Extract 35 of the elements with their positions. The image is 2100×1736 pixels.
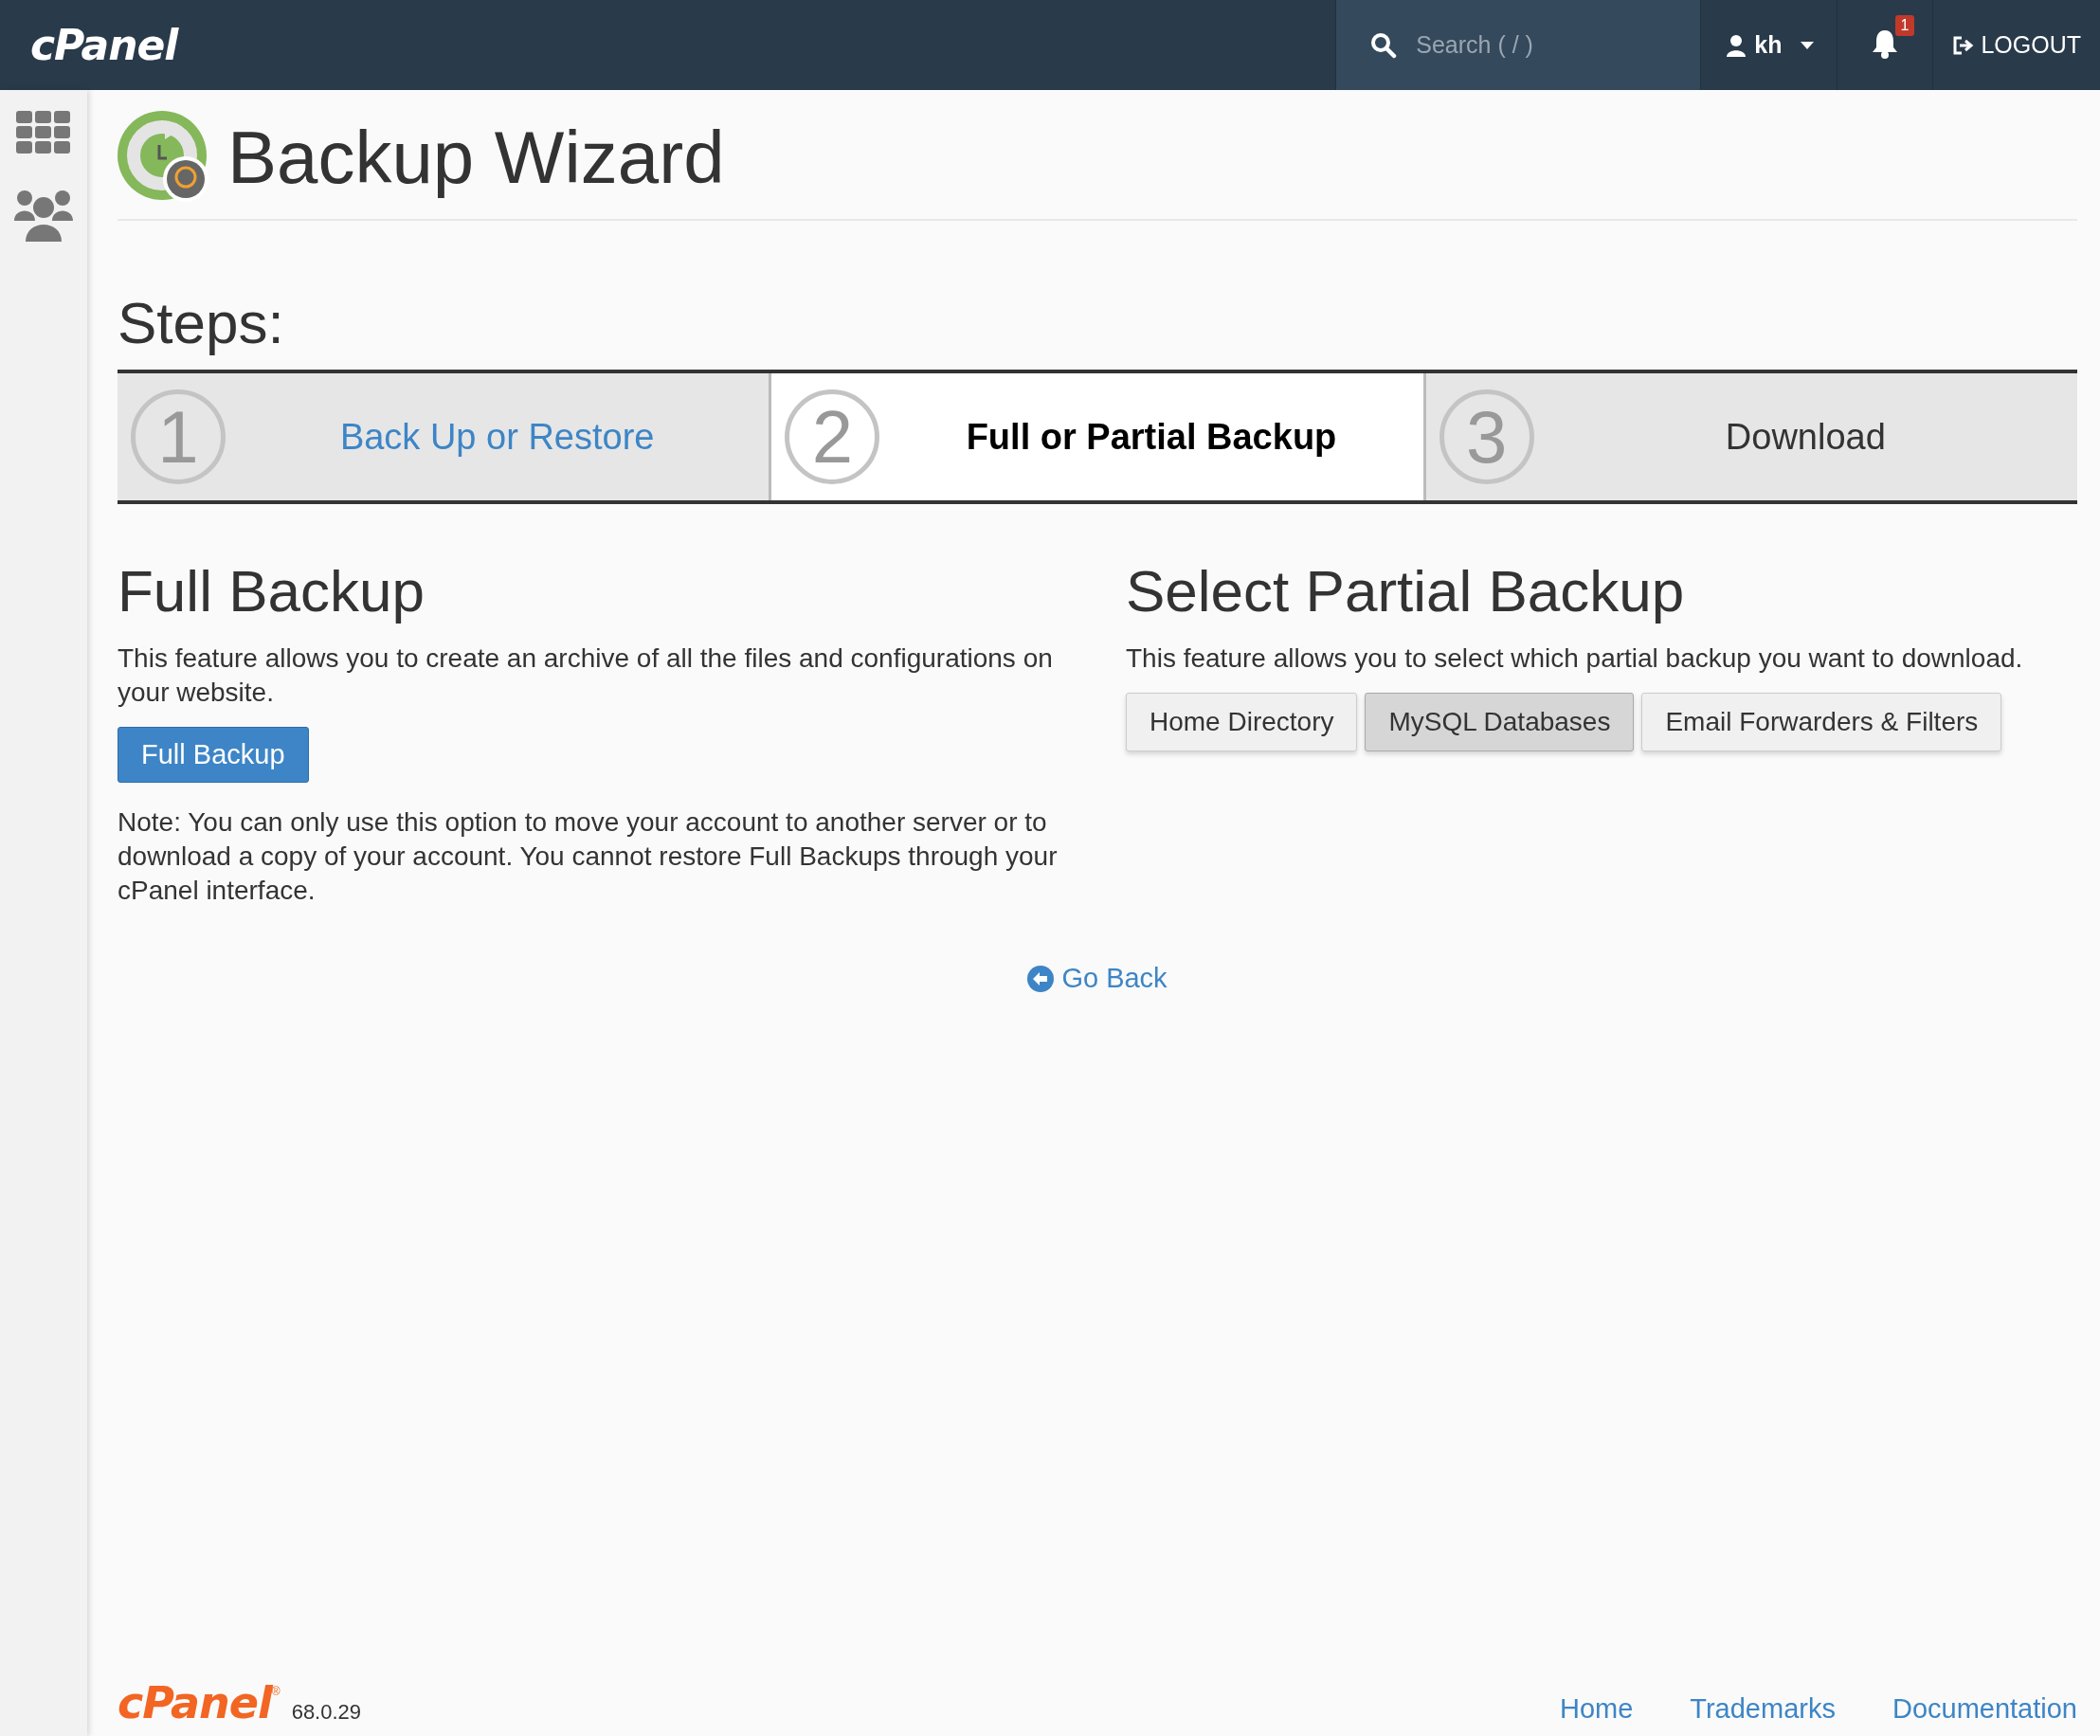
step-number: 3 xyxy=(1439,389,1534,484)
user-icon xyxy=(1726,33,1747,57)
footer-link[interactable]: Trademarks xyxy=(1690,1693,1836,1725)
cpanel-logo[interactable]: cPanel xyxy=(30,21,178,69)
footer-link[interactable]: Documentation xyxy=(1892,1693,2077,1725)
note-text: Note: You can only use this option to move your account to another server or to download a copy of your account. You cannot restore Full Backups through your cPanel interface. xyxy=(118,806,1059,907)
wizard-step[interactable]: 1 Back Up or Restore xyxy=(118,373,769,500)
notifications-button[interactable]: 1 xyxy=(1838,0,1934,90)
partial-backup-button[interactable]: MySQL Databases xyxy=(1365,693,1635,751)
cpanel-logo: cPanel xyxy=(118,1681,272,1725)
section-heading: Select Partial Backup xyxy=(1126,557,1686,624)
version-text: 68.0.29 xyxy=(291,1700,362,1725)
logout-icon xyxy=(1952,34,1976,56)
user-menu[interactable]: kh xyxy=(1701,0,1838,90)
search-field[interactable]: Search ( / ) xyxy=(1414,30,1627,60)
partial-backup-button[interactable]: Email Forwarders & Filters xyxy=(1641,693,2002,751)
full-backup-button[interactable]: Full Backup xyxy=(118,727,309,783)
go-back-link[interactable]: Go Back xyxy=(1027,963,1168,994)
step-number: 1 xyxy=(131,389,226,484)
step-number: 2 xyxy=(785,389,880,484)
page-title: Backup Wizard xyxy=(227,114,725,201)
bell-icon xyxy=(1871,27,1900,59)
search-icon xyxy=(1370,31,1398,59)
steps-heading: Steps: xyxy=(118,289,285,356)
partial-backup-button[interactable]: Home Directory xyxy=(1126,693,1358,751)
grid-icon[interactable] xyxy=(16,111,71,154)
wizard-step: 2 Full or Partial Backup xyxy=(769,373,1423,500)
caret-icon xyxy=(1801,41,1815,49)
wizard-step: 3 Download xyxy=(1422,373,2077,500)
section-heading: Full Backup xyxy=(118,557,425,624)
description-text: This feature allows you to create an archive of all the files and configurations on your website. xyxy=(118,642,1054,709)
footer-link[interactable]: Home xyxy=(1559,1693,1634,1725)
description-text: This feature allows you to select which partial backup you want to download. xyxy=(1126,642,2024,675)
logout-button[interactable]: LOGOUT xyxy=(1933,0,2100,90)
notification-count: 1 xyxy=(1894,14,1915,36)
